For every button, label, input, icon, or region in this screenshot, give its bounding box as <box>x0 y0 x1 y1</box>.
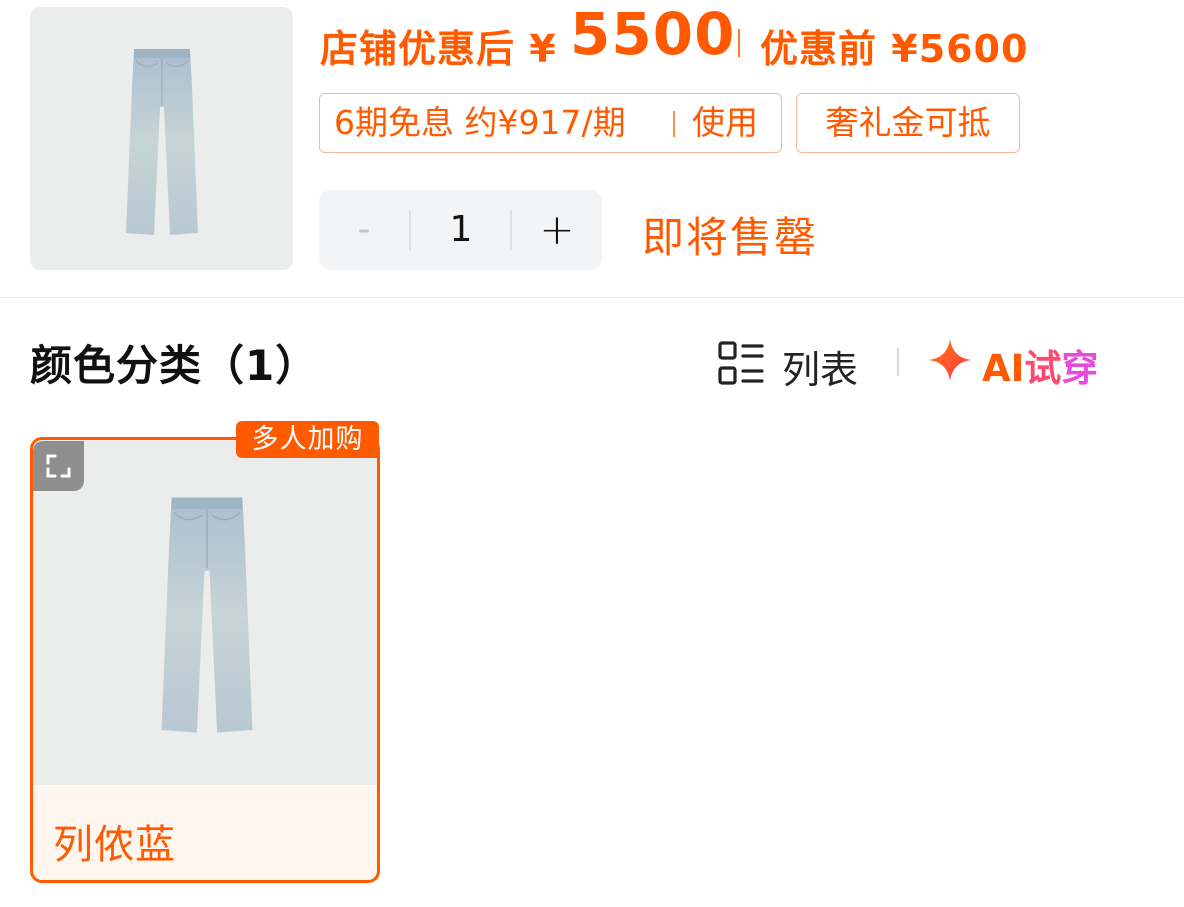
variant-name: 列侬蓝 <box>53 822 176 868</box>
sparkle-icon <box>929 339 971 381</box>
installment-text: 6期免息 约¥917/期 <box>334 103 626 142</box>
installment-separator <box>673 111 675 137</box>
expand-icon-glyph <box>46 454 71 478</box>
installment-use-action[interactable]: 使用 <box>692 94 758 151</box>
ai-try-on-label: AI试穿 <box>982 347 1099 390</box>
decrease-quantity-button[interactable]: - <box>319 190 409 270</box>
jeans-image <box>161 497 253 733</box>
variant-card[interactable]: 列侬蓝 <box>30 437 380 883</box>
section-divider <box>0 297 1184 298</box>
price-line: 店铺优惠后 ¥ 5500 <box>320 0 1180 71</box>
increase-quantity-button[interactable]: + <box>512 190 602 270</box>
installment-tag[interactable]: 6期免息 约¥917/期 使用 <box>319 93 782 153</box>
list-view-label: 列表 <box>782 348 859 392</box>
price-after-label: 店铺优惠后 ¥ <box>320 27 557 71</box>
section-title: 颜色分类（1） <box>30 341 319 390</box>
product-thumbnail[interactable] <box>30 7 293 270</box>
quantity-value[interactable]: 1 <box>411 190 511 270</box>
price-before: 优惠前 ¥5600 <box>760 27 1029 71</box>
popular-badge: 多人加购 <box>236 421 379 458</box>
quantity-stepper: - 1 + <box>319 190 602 270</box>
variant-image <box>33 440 377 785</box>
price-separator <box>738 29 740 57</box>
gift-credit-tag[interactable]: 奢礼金可抵 <box>796 93 1020 153</box>
jeans-image <box>126 49 198 235</box>
header-separator <box>897 348 899 376</box>
stock-status: 即将售罄 <box>642 213 819 262</box>
price-after-amount: 5500 <box>570 0 736 68</box>
list-view-icon <box>718 341 764 385</box>
expand-icon[interactable] <box>33 441 84 491</box>
